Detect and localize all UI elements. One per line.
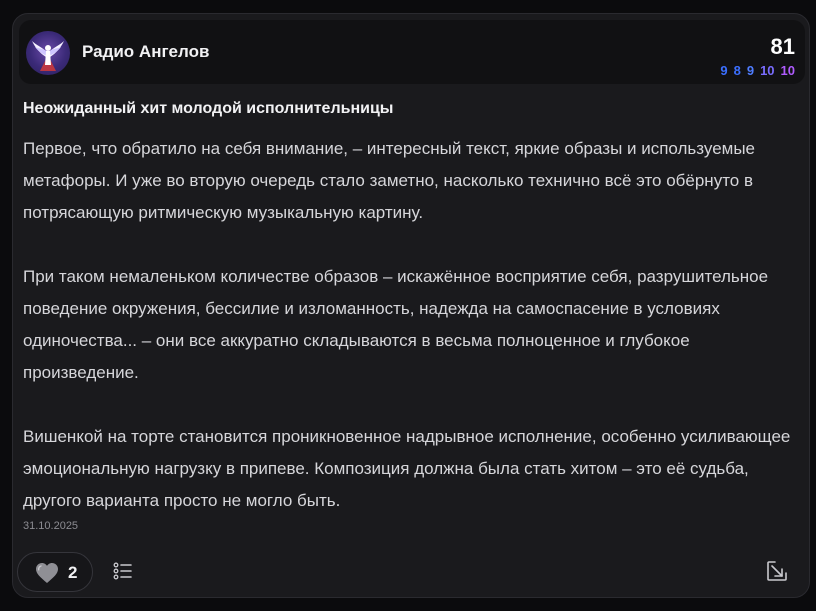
subscore: 9 bbox=[720, 63, 728, 78]
subscore: 10 bbox=[760, 63, 775, 78]
avatar[interactable] bbox=[26, 31, 70, 75]
subscores: 9 8 9 10 10 bbox=[720, 63, 795, 78]
review-paragraph: При таком немаленьком количестве образов… bbox=[23, 267, 769, 382]
external-link-icon bbox=[767, 561, 787, 581]
heart-icon bbox=[36, 563, 58, 583]
review-title: Неожиданный хит молодой исполнительницы bbox=[23, 100, 394, 117]
card-header: Радио Ангелов 81 9 8 9 10 10 bbox=[19, 20, 805, 84]
list-icon bbox=[113, 562, 132, 580]
review-paragraph: Вишенкой на торте становится проникновен… bbox=[23, 427, 791, 510]
subscore: 8 bbox=[733, 63, 741, 78]
post-date: 31.10.2025 bbox=[23, 520, 79, 532]
subscore: 10 bbox=[780, 63, 795, 78]
station-name[interactable]: Радио Ангелов bbox=[82, 42, 209, 62]
total-score: 81 bbox=[770, 34, 795, 59]
angel-logo-icon bbox=[32, 41, 64, 71]
subscore: 9 bbox=[746, 63, 755, 78]
review-card: Радио Ангелов 81 9 8 9 10 10 Неожиданный… bbox=[12, 13, 810, 598]
like-button[interactable]: 2 bbox=[17, 552, 93, 592]
review-body: Первое, что обратило на себя внимание, –… bbox=[23, 133, 793, 517]
open-external-button[interactable] bbox=[765, 559, 789, 583]
list-button[interactable] bbox=[111, 559, 135, 583]
like-count: 2 bbox=[68, 563, 78, 582]
review-paragraph: Первое, что обратило на себя внимание, –… bbox=[23, 139, 756, 222]
